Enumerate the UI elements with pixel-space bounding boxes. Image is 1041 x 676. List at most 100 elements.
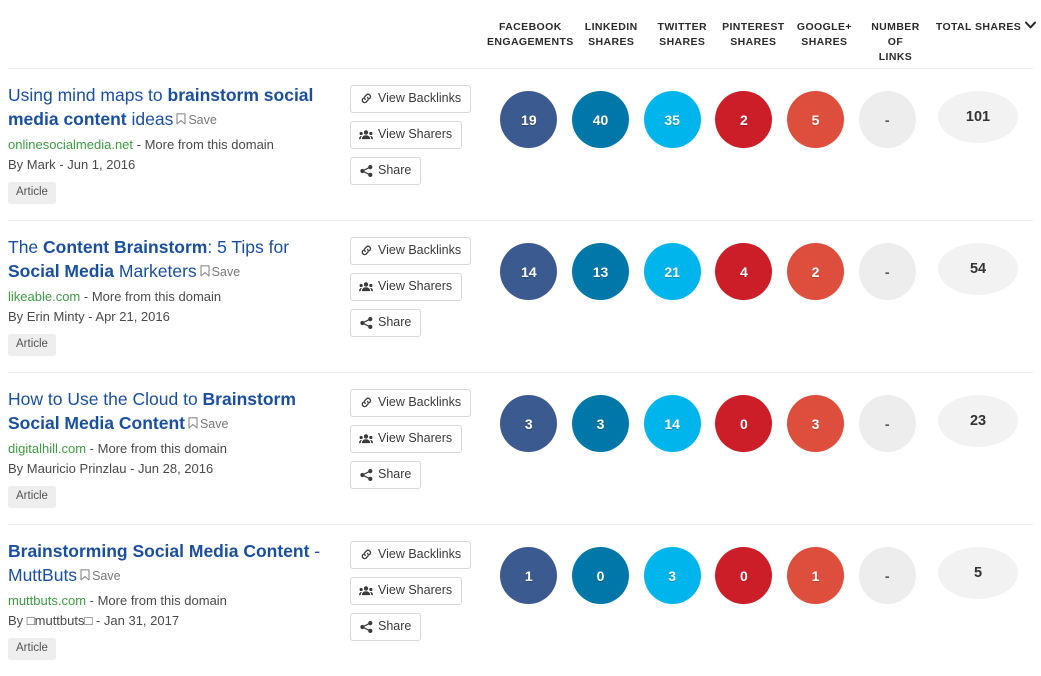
result-title-column: Using mind maps to brainstorm social med… xyxy=(8,83,350,204)
result-actions-column: View Backlinks View Sharers Share xyxy=(350,539,493,649)
result-byline: By □muttbuts□ - Jan 31, 2017 xyxy=(8,613,180,628)
metric-bubble-linkedin-shares[interactable]: 13 xyxy=(572,243,629,300)
share-label: Share xyxy=(378,467,412,481)
metric-bubble-twitter-shares[interactable]: 14 xyxy=(643,395,701,452)
share-button[interactable]: Share xyxy=(350,613,422,641)
metric-cell-googleplus-shares: 5 xyxy=(780,91,852,148)
result-actions-column: View Backlinks View Sharers Share xyxy=(350,235,493,345)
metric-bubble-number-of-links[interactable]: - xyxy=(858,547,916,604)
more-from-domain-link[interactable]: More from this domain xyxy=(98,593,227,608)
view-backlinks-button[interactable]: View Backlinks xyxy=(350,85,472,113)
metric-cell-number-of-links: - xyxy=(851,91,923,148)
result-title-segment: Brainstorming Social Media Content xyxy=(8,541,310,561)
metric-bubble-total-shares[interactable]: 23 xyxy=(938,395,1019,447)
metric-bubble-number-of-links[interactable]: - xyxy=(858,243,916,300)
result-title-segment: Marketers xyxy=(114,261,197,281)
metric-bubble-googleplus-shares[interactable]: 1 xyxy=(787,547,845,604)
result-title-segment: Content Brainstorm xyxy=(43,237,208,257)
view-sharers-button[interactable]: View Sharers xyxy=(350,577,463,605)
people-icon xyxy=(359,280,373,293)
share-icon xyxy=(359,468,373,481)
metric-bubble-twitter-shares[interactable]: 3 xyxy=(643,547,701,604)
save-button[interactable]: Save xyxy=(188,412,228,436)
save-button[interactable]: Save xyxy=(200,260,241,284)
share-button[interactable]: Share xyxy=(350,461,422,489)
content-type-badge: Article xyxy=(8,182,56,204)
result-title-segment: How to Use the Cloud to xyxy=(8,389,203,409)
more-from-domain-link[interactable]: More from this domain xyxy=(92,289,221,304)
more-from-domain-link[interactable]: More from this domain xyxy=(98,441,227,456)
metric-bubble-total-shares[interactable]: 5 xyxy=(938,547,1019,599)
metric-bubble-pinterest-shares[interactable]: 2 xyxy=(715,91,773,148)
metric-cell-number-of-links: - xyxy=(851,395,923,452)
metric-bubble-pinterest-shares[interactable]: 4 xyxy=(715,243,773,300)
metric-bubble-googleplus-shares[interactable]: 2 xyxy=(787,243,845,300)
result-domain-link[interactable]: muttbuts.com xyxy=(8,593,86,608)
metric-bubble-number-of-links[interactable]: - xyxy=(858,395,916,452)
result-row: How to Use the Cloud to Brainstorm Socia… xyxy=(8,372,1033,524)
result-title-link[interactable]: Brainstorming Social Media Content - Mut… xyxy=(8,539,340,588)
result-title-link[interactable]: Using mind maps to brainstorm social med… xyxy=(8,83,340,132)
metric-bubble-linkedin-shares[interactable]: 3 xyxy=(572,395,629,452)
view-backlinks-button[interactable]: View Backlinks xyxy=(350,389,472,417)
content-type-badge: Article xyxy=(8,334,56,356)
result-actions-column: View Backlinks View Sharers Share xyxy=(350,83,493,193)
result-byline: By Mark - Jun 1, 2016 xyxy=(8,157,136,172)
metric-bubble-facebook-engagements[interactable]: 14 xyxy=(500,243,558,300)
domain-separator: - xyxy=(133,137,145,152)
save-label: Save xyxy=(211,265,241,279)
column-header-twitter-shares: TWITTER SHARES xyxy=(657,21,707,48)
metric-bubble-googleplus-shares[interactable]: 3 xyxy=(787,395,845,452)
result-domain-link[interactable]: onlinesocialmedia.net xyxy=(8,137,133,152)
save-button[interactable]: Save xyxy=(80,564,121,588)
metric-bubble-googleplus-shares[interactable]: 5 xyxy=(787,91,845,148)
view-sharers-button[interactable]: View Sharers xyxy=(350,121,463,149)
metric-bubble-linkedin-shares[interactable]: 40 xyxy=(572,91,629,148)
metric-cell-total-shares: 101 xyxy=(923,91,1033,143)
column-header-total-shares[interactable]: TOTAL SHARES xyxy=(931,20,1041,35)
result-domain-line: muttbuts.com - More from this domain xyxy=(8,591,340,610)
result-title-link[interactable]: How to Use the Cloud to Brainstorm Socia… xyxy=(8,387,340,436)
result-domain-link[interactable]: digitalhill.com xyxy=(8,441,86,456)
metric-bubble-pinterest-shares[interactable]: 0 xyxy=(715,547,773,604)
more-from-domain-link[interactable]: More from this domain xyxy=(145,137,274,152)
metric-bubble-facebook-engagements[interactable]: 3 xyxy=(500,395,558,452)
view-backlinks-button[interactable]: View Backlinks xyxy=(350,237,472,265)
metric-cell-pinterest-shares: 4 xyxy=(708,243,780,300)
share-button[interactable]: Share xyxy=(350,309,422,337)
view-sharers-button[interactable]: View Sharers xyxy=(350,425,463,453)
save-button[interactable]: Save xyxy=(176,108,217,132)
result-domain-line: digitalhill.com - More from this domain xyxy=(8,439,340,458)
metric-bubble-pinterest-shares[interactable]: 0 xyxy=(715,395,773,452)
metric-cell-facebook-engagements: 19 xyxy=(493,91,565,148)
result-byline: By Erin Minty - Apr 21, 2016 xyxy=(8,309,170,324)
result-metrics-column: 14 13 21 4 2-54 xyxy=(493,235,1033,300)
view-backlinks-button[interactable]: View Backlinks xyxy=(350,541,472,569)
result-title-link[interactable]: The Content Brainstorm: 5 Tips for Socia… xyxy=(8,235,340,284)
metric-bubble-facebook-engagements[interactable]: 19 xyxy=(500,91,558,148)
share-button[interactable]: Share xyxy=(350,157,422,185)
metric-bubble-total-shares[interactable]: 101 xyxy=(938,91,1019,143)
content-type-badge: Article xyxy=(8,638,56,660)
people-icon xyxy=(359,128,373,141)
metric-bubble-facebook-engagements[interactable]: 1 xyxy=(500,547,558,604)
metric-bubble-number-of-links[interactable]: - xyxy=(858,91,916,148)
domain-separator: - xyxy=(86,441,98,456)
metric-cell-total-shares: 23 xyxy=(923,395,1033,447)
metric-bubble-twitter-shares[interactable]: 21 xyxy=(643,243,701,300)
share-icon xyxy=(359,620,373,633)
metric-bubble-linkedin-shares[interactable]: 0 xyxy=(572,547,629,604)
metric-bubble-twitter-shares[interactable]: 35 xyxy=(643,91,701,148)
result-domain-link[interactable]: likeable.com xyxy=(8,289,80,304)
metric-bubble-total-shares[interactable]: 54 xyxy=(938,243,1019,295)
column-header-googleplus-shares: GOOGLE+ SHARES xyxy=(796,21,852,48)
view-backlinks-label: View Backlinks xyxy=(378,91,462,105)
metric-cell-pinterest-shares: 0 xyxy=(708,395,780,452)
view-backlinks-label: View Backlinks xyxy=(378,395,462,409)
content-type-badge: Article xyxy=(8,486,56,508)
result-title-segment: Social Media xyxy=(8,261,115,281)
metric-cell-number-of-links: - xyxy=(851,243,923,300)
view-sharers-button[interactable]: View Sharers xyxy=(350,273,463,301)
metric-cell-pinterest-shares: 0 xyxy=(708,547,780,604)
result-title-column: How to Use the Cloud to Brainstorm Socia… xyxy=(8,387,350,508)
